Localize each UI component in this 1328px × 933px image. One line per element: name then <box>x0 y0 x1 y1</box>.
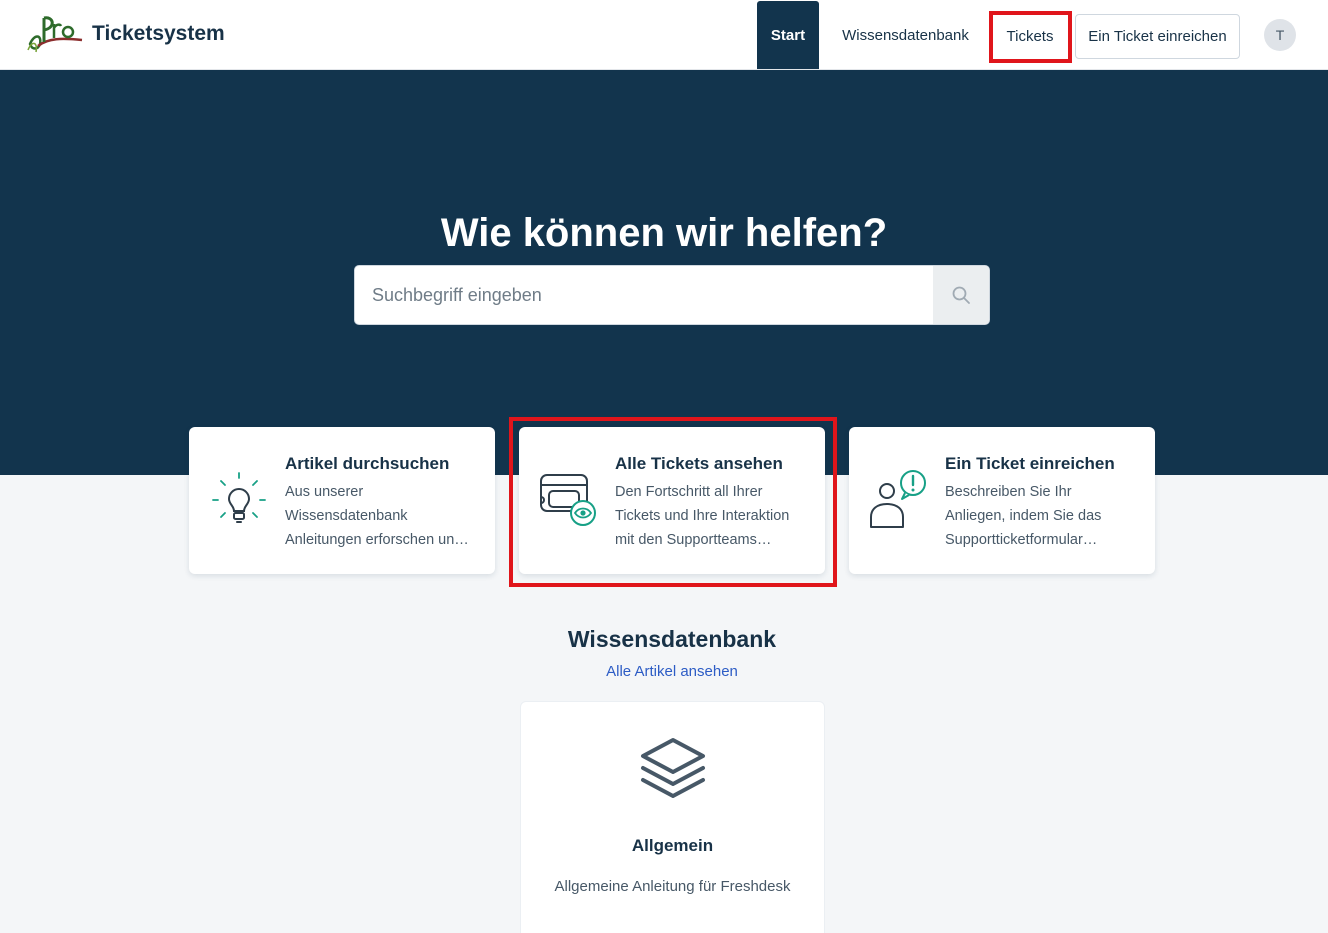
card-title: Artikel durchsuchen <box>285 454 450 473</box>
card-title: Ein Ticket einreichen <box>945 454 1115 473</box>
card-description: Aus unserer Wissensdatenbank Anleitungen… <box>285 480 481 552</box>
search-input[interactable] <box>355 266 933 324</box>
card-description-line: Aus unserer <box>285 484 364 500</box>
category-description: Allgemeine Anleitung für Freshdesk <box>554 878 791 895</box>
person-alert-icon <box>869 469 929 529</box>
card-view-tickets[interactable]: Alle Tickets ansehen Den Fortschritt all… <box>519 427 825 574</box>
knowledge-base-heading: Wissensdatenbank <box>567 626 777 652</box>
card-description-line: Anleitungen erforschen un… <box>285 532 469 548</box>
lightbulb-icon <box>209 469 269 529</box>
search-icon <box>952 286 970 304</box>
user-avatar[interactable]: T <box>1264 19 1296 51</box>
search-bar <box>354 265 990 325</box>
all-articles-link[interactable]: Alle Artikel ansehen <box>0 663 1328 680</box>
nav-knowledge-base[interactable]: Wissensdatenbank <box>834 1 977 69</box>
nav-start[interactable]: Start <box>757 1 819 69</box>
category-title: Allgemein <box>631 836 714 855</box>
card-description-line: Wissensdatenbank <box>285 508 408 524</box>
card-description-line: Beschreiben Sie Ihr <box>945 484 1072 500</box>
card-description-line: Den Fortschritt all Ihrer <box>615 484 763 500</box>
layers-icon <box>639 736 707 804</box>
card-description-line: Tickets und Ihre Interaktion <box>615 508 790 524</box>
submit-ticket-button[interactable]: Ein Ticket einreichen <box>1075 14 1240 59</box>
card-description-line: Supportticketformular… <box>945 532 1098 548</box>
top-header: Ticketsystem Start Wissensdatenbank Tick… <box>0 0 1328 70</box>
brand-title[interactable]: Ticketsystem <box>92 22 225 46</box>
tickets-eye-icon <box>539 469 599 529</box>
card-submit-ticket[interactable]: Ein Ticket einreichen Beschreiben Sie Ih… <box>849 427 1155 574</box>
card-description-line: mit den Supportteams… <box>615 532 772 548</box>
card-description: Den Fortschritt all Ihrer Tickets und Ih… <box>615 480 811 552</box>
category-card-general[interactable]: Allgemein Allgemeine Anleitung für Fresh… <box>520 701 825 933</box>
search-button[interactable] <box>933 266 989 324</box>
card-title: Alle Tickets ansehen <box>615 454 783 473</box>
hero-title: Wie können wir helfen? <box>440 211 888 255</box>
card-browse-articles[interactable]: Artikel durchsuchen Aus unserer Wissensd… <box>189 427 495 574</box>
card-description-line: Anliegen, indem Sie das <box>945 508 1102 524</box>
nav-tickets[interactable]: Tickets <box>994 16 1066 56</box>
company-logo[interactable] <box>24 10 84 58</box>
card-description: Beschreiben Sie Ihr Anliegen, indem Sie … <box>945 480 1141 552</box>
